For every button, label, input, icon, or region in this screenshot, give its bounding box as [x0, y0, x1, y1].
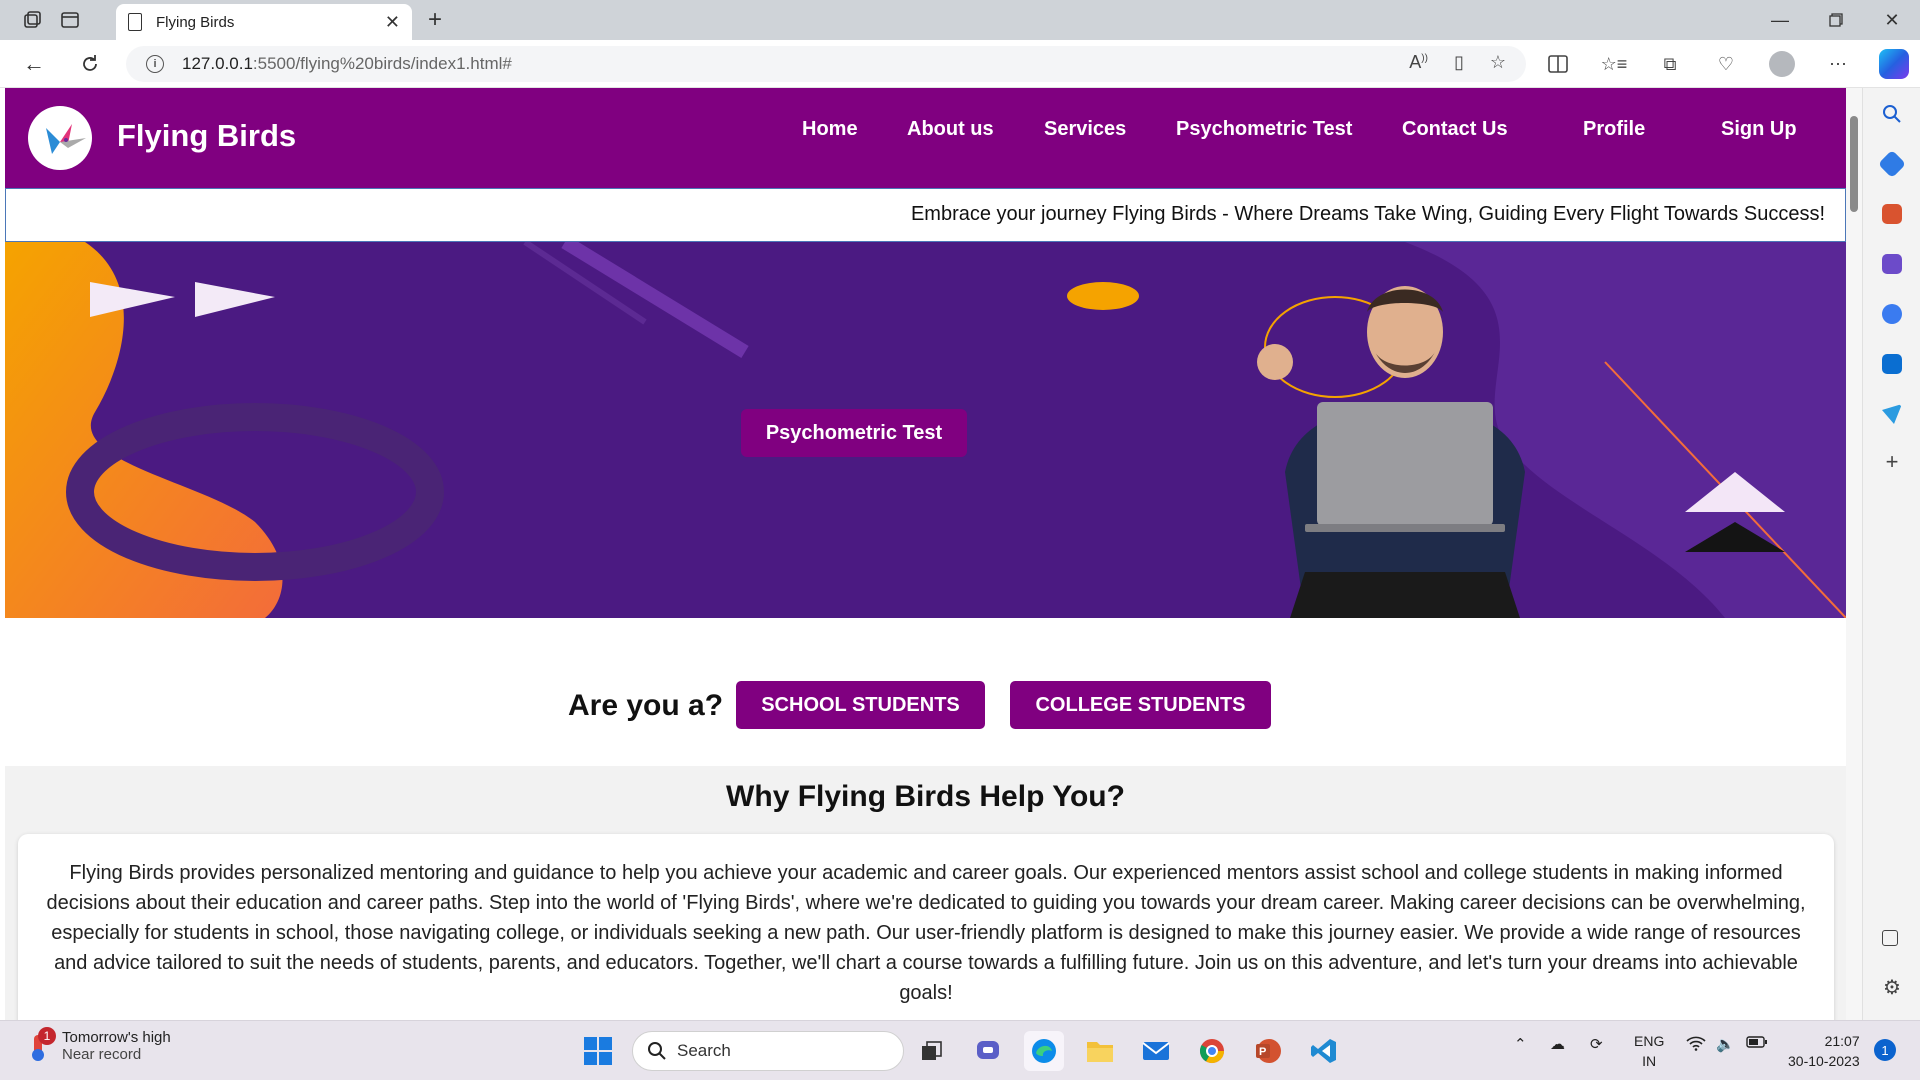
why-description: Flying Birds provides personalized mento… [46, 862, 1806, 1004]
marquee-banner: Embrace your journey Flying Birds - Wher… [5, 188, 1846, 242]
psychometric-test-button[interactable]: Psychometric Test [741, 409, 967, 457]
nav-psychometric-test[interactable]: Psychometric Test [1176, 118, 1352, 141]
battery-icon[interactable] [1746, 1035, 1768, 1053]
web-page: Flying Birds Home About us Services Psyc… [5, 88, 1846, 1020]
weather-badge: 1 [38, 1027, 56, 1045]
search-icon [648, 1042, 666, 1060]
tab-strip: Flying Birds ✕ + — ✕ [0, 0, 1920, 40]
address-bar[interactable]: i 127.0.0.1 :5500/flying%20birds/index1.… [126, 46, 1526, 82]
page-scrollbar[interactable] [1846, 88, 1862, 1020]
clock-date: 30-10-2023 [1788, 1053, 1860, 1069]
mail-icon[interactable] [1136, 1031, 1176, 1071]
student-type-section: Are you a? SCHOOL STUDENTS COLLEGE STUDE… [5, 618, 1846, 766]
edge-sidebar: + ⚙ [1862, 88, 1920, 1020]
why-heading: Why Flying Birds Help You? [726, 780, 1125, 813]
volume-icon[interactable]: 🔈 [1716, 1035, 1735, 1053]
region-code: IN [1642, 1053, 1657, 1069]
nav-home[interactable]: Home [802, 118, 858, 141]
url-host: 127.0.0.1 [182, 54, 253, 73]
browser-essentials-icon[interactable]: ♡ [1706, 48, 1746, 80]
thermometer-icon: 1 [24, 1027, 56, 1063]
copilot-icon[interactable] [1874, 48, 1914, 80]
site-info-icon[interactable]: i [146, 55, 164, 73]
why-section: Why Flying Birds Help You? Flying Birds … [5, 766, 1846, 1020]
sidebar-drop-icon[interactable] [1882, 404, 1902, 424]
college-students-button[interactable]: COLLEGE STUDENTS [1010, 681, 1271, 729]
favorite-star-icon[interactable]: ☆ [1490, 52, 1506, 73]
sidebar-shopping-icon[interactable] [1877, 149, 1907, 179]
split-screen-icon[interactable] [1538, 48, 1578, 80]
sidebar-outlook-icon[interactable] [1882, 354, 1902, 374]
new-tab-button[interactable]: + [420, 6, 450, 34]
nav-profile[interactable]: Profile [1583, 118, 1645, 141]
nav-contact-us[interactable]: Contact Us [1402, 118, 1508, 141]
browser-window: Flying Birds ✕ + — ✕ ← i 127.0.0.1 :5500… [0, 0, 1920, 1020]
start-icon[interactable] [578, 1031, 618, 1071]
wifi-icon[interactable] [1686, 1035, 1706, 1055]
immersive-reader-icon[interactable]: ▯ [1454, 52, 1464, 73]
why-card: Flying Birds provides personalized mento… [18, 834, 1834, 1020]
vscode-icon[interactable] [1304, 1031, 1344, 1071]
close-window-icon[interactable]: ✕ [1864, 0, 1920, 40]
search-label: Search [677, 1041, 731, 1060]
sidebar-toggle-icon[interactable] [1882, 930, 1898, 946]
site-header: Flying Birds Home About us Services Psyc… [5, 88, 1846, 188]
workspaces-icon[interactable] [16, 6, 48, 34]
marquee-text: Embrace your journey Flying Birds - Wher… [910, 203, 1825, 225]
avatar [1769, 51, 1795, 77]
minimize-icon[interactable]: — [1752, 0, 1808, 40]
teams-chat-icon[interactable] [968, 1031, 1008, 1071]
hero-banner: Psychometric Test [5, 242, 1846, 618]
chrome-icon[interactable] [1192, 1031, 1232, 1071]
are-you-question: Are you a? [568, 689, 724, 722]
sidebar-tools-icon[interactable] [1882, 204, 1902, 224]
language-code: ENG [1634, 1033, 1665, 1049]
sidebar-add-icon[interactable]: + [1882, 451, 1902, 473]
sidebar-games-icon[interactable] [1882, 254, 1902, 274]
weather-widget[interactable]: 1 Tomorrow's high Near record [24, 1027, 171, 1063]
task-view-icon[interactable] [912, 1031, 952, 1071]
notification-badge[interactable]: 1 [1874, 1039, 1896, 1061]
brand-name: Flying Birds [117, 118, 297, 153]
nav-about-us[interactable]: About us [907, 118, 994, 141]
language-indicator[interactable]: ENG IN [1634, 1031, 1664, 1071]
weather-line-1: Tomorrow's high [62, 1029, 171, 1046]
taskbar-search[interactable]: Search [632, 1031, 904, 1071]
profile-avatar[interactable] [1762, 48, 1802, 80]
sidebar-microsoft-365-icon[interactable] [1882, 304, 1902, 324]
bird-logo-icon[interactable] [28, 106, 92, 170]
sync-icon[interactable]: ⟳ [1590, 1035, 1603, 1053]
page-icon [128, 13, 142, 31]
refresh-icon[interactable] [70, 48, 110, 80]
svg-text:P: P [1259, 1046, 1266, 1058]
sidebar-settings-icon[interactable]: ⚙ [1882, 978, 1902, 998]
collections-icon[interactable]: ⧉ [1650, 48, 1690, 80]
nav-services[interactable]: Services [1044, 118, 1126, 141]
school-students-button[interactable]: SCHOOL STUDENTS [736, 681, 985, 729]
back-icon[interactable]: ← [14, 48, 54, 80]
show-hidden-icons[interactable]: ⌃ [1514, 1035, 1527, 1053]
scrollbar-thumb[interactable] [1850, 116, 1858, 212]
sidebar-search-icon[interactable] [1882, 104, 1902, 124]
tab-title: Flying Birds [156, 13, 235, 31]
more-options-icon[interactable]: ⋯ [1818, 48, 1858, 80]
tab-actions-icon[interactable] [54, 6, 86, 34]
read-aloud-icon[interactable]: A)) [1409, 52, 1428, 73]
edge-icon[interactable] [1024, 1031, 1064, 1071]
powerpoint-icon[interactable]: P [1248, 1031, 1288, 1071]
nav-sign-up[interactable]: Sign Up [1721, 118, 1797, 141]
system-clock[interactable]: 21:07 30-10-2023 [1788, 1031, 1860, 1071]
browser-toolbar: ← i 127.0.0.1 :5500/flying%20birds/index… [0, 40, 1920, 88]
windows-taskbar: 1 Tomorrow's high Near record Search P ⌃… [0, 1020, 1920, 1080]
clock-time: 21:07 [1824, 1033, 1860, 1049]
weather-line-2: Near record [62, 1046, 142, 1063]
restore-icon[interactable] [1808, 0, 1864, 40]
tab-flying-birds[interactable]: Flying Birds ✕ [116, 4, 412, 40]
favorites-icon[interactable]: ☆≡ [1594, 48, 1634, 80]
close-tab-icon[interactable]: ✕ [385, 12, 400, 33]
url-path: :5500/flying%20birds/index1.html# [252, 54, 512, 73]
file-explorer-icon[interactable] [1080, 1031, 1120, 1071]
onedrive-icon[interactable]: ☁ [1550, 1035, 1565, 1053]
